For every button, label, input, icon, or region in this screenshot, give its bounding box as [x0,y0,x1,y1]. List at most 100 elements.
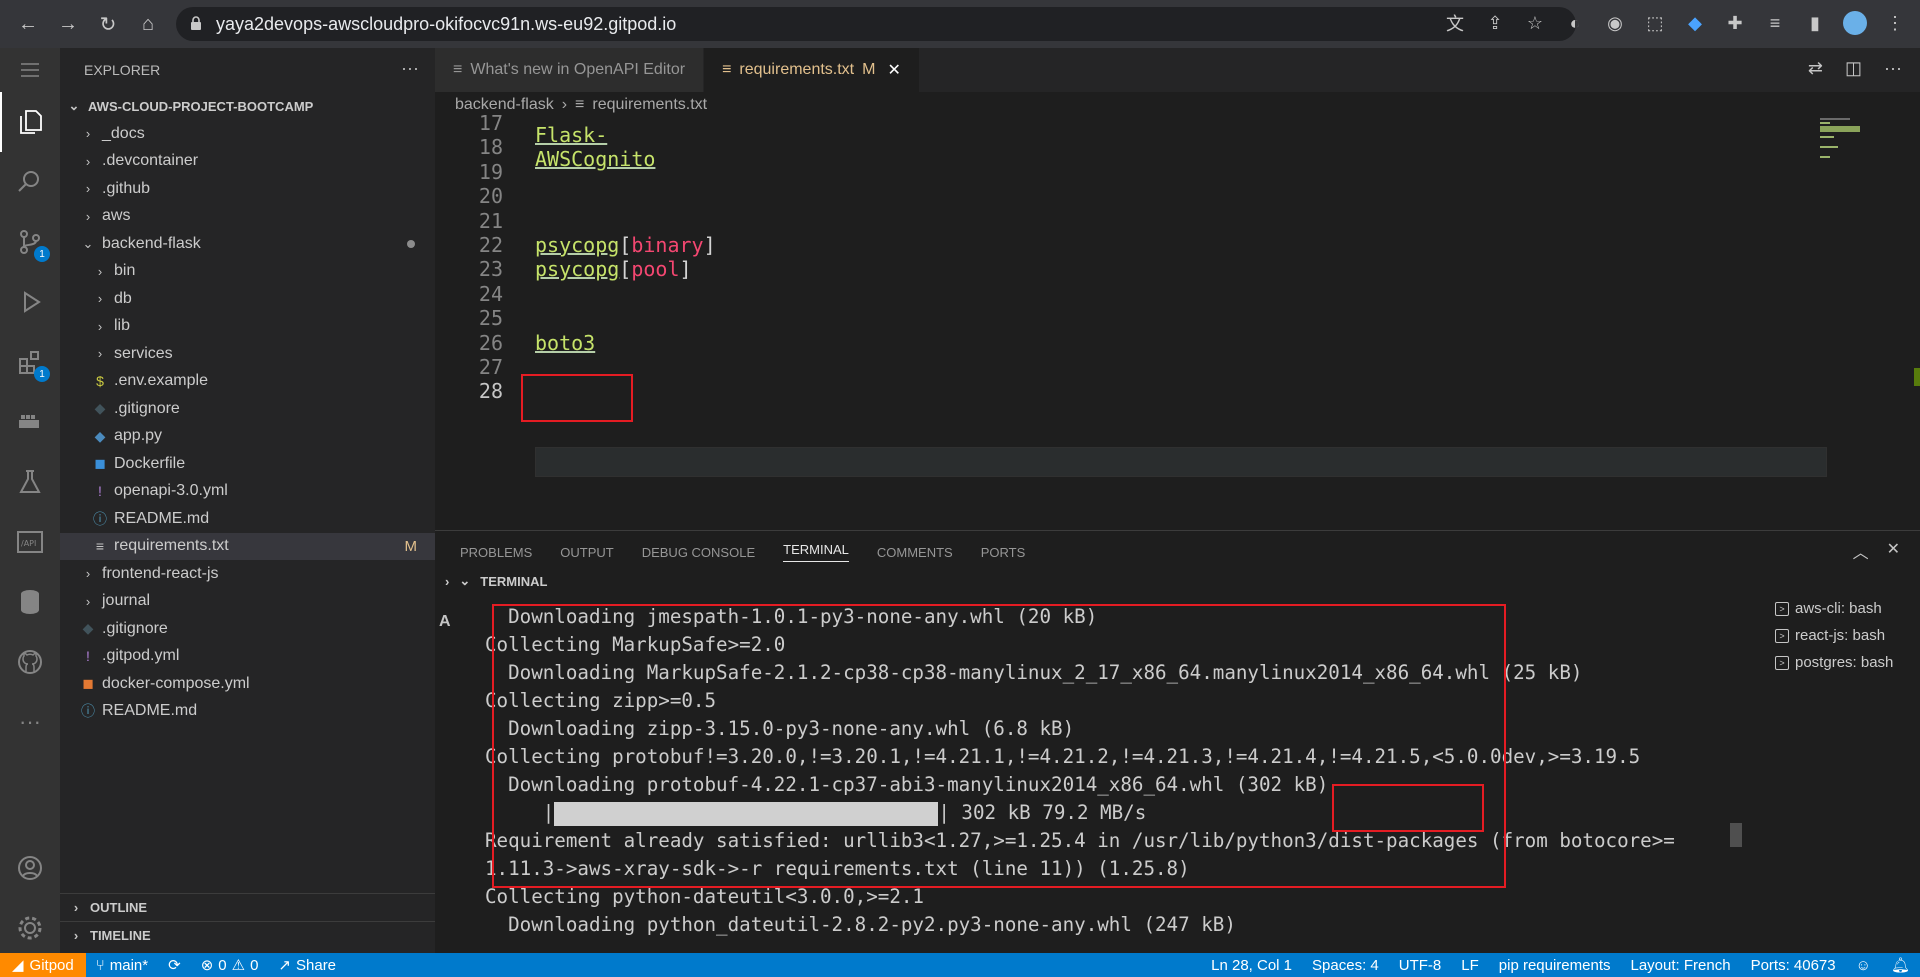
terminal-line: Downloading python_dateutil-2.8.2-py2.py… [485,913,1236,936]
share-button[interactable]: ↗ Share [268,956,346,975]
maximize-panel-icon[interactable]: ︿ [1853,539,1869,563]
search-icon[interactable] [0,152,60,212]
back-icon[interactable]: ← [8,4,48,44]
more-icon[interactable]: ··· [0,692,60,752]
api-icon[interactable]: /API [0,512,60,572]
code-editor[interactable]: 17 18 Flask-AWSCognito 19 20 21 22 psycopg[bina… [435,111,1920,530]
sidepanel-icon[interactable]: ▮ [1800,8,1830,38]
sync-icon[interactable]: ⟳ [158,956,191,974]
split-editor-icon[interactable]: ◫ [1845,58,1862,79]
menu-icon[interactable] [0,48,60,92]
reload-icon[interactable]: ↻ [88,4,128,44]
tree-item[interactable]: ! openapi-3.0.yml [60,478,435,506]
error-count: 0 [218,956,227,974]
media-icon[interactable]: ≡ [1760,8,1790,38]
extension-icon[interactable]: ⬚ [1640,8,1670,38]
explorer-icon[interactable] [0,92,60,152]
extension-icon[interactable]: ◆ [1680,8,1710,38]
problems-indicator[interactable]: ⊗ 0 ⚠ 0 [191,956,269,975]
notifications-bell-icon[interactable]: 🔔︎ [1881,956,1920,974]
testing-icon[interactable] [0,452,60,512]
account-icon[interactable] [0,838,60,898]
share-icon[interactable]: ⇪ [1480,8,1510,38]
branch-indicator[interactable]: ⑂ main* [86,957,158,974]
indentation[interactable]: Spaces: 4 [1302,957,1389,974]
timeline-section[interactable]: › TIMELINE [60,921,435,949]
language-mode[interactable]: pip requirements [1489,957,1621,974]
tree-item[interactable]: ◆ .gitignore [60,395,435,423]
tab-problems[interactable]: PROBLEMS [460,545,532,560]
close-icon[interactable]: ✕ [887,60,900,80]
feedback-icon[interactable]: ☺ [1846,957,1881,974]
outline-section[interactable]: › OUTLINE [60,893,435,921]
database-icon[interactable] [0,572,60,632]
tree-item[interactable]: › frontend-react-js [60,560,435,588]
tree-item[interactable]: ⌄ backend-flask [60,230,435,258]
settings-gear-icon[interactable] [0,898,60,958]
keyboard-layout[interactable]: Layout: French [1621,957,1741,974]
puzzle-icon[interactable]: ✚ [1720,8,1750,38]
terminal-scrollbar[interactable] [1730,823,1742,847]
tab-terminal[interactable]: TERMINAL [783,542,849,562]
line-number: 22 [478,233,503,257]
breadcrumb-file[interactable]: requirements.txt [592,96,707,114]
tree-item-label: .gitignore [102,619,168,637]
tree-item[interactable]: › lib [60,313,435,341]
tree-item-label: README.md [114,509,210,527]
tree-item[interactable]: ◆ .gitignore [60,615,435,643]
tab-requirements[interactable]: ≡ requirements.txt M ✕ [704,48,920,92]
tree-item[interactable]: ≡ requirements.txt M [60,532,435,560]
tree-item[interactable]: › aws [60,203,435,231]
workspace-root[interactable]: ⌄ AWS-CLOUD-PROJECT-BOOTCAMP [60,92,435,120]
tree-item[interactable]: ◆ app.py [60,423,435,451]
tree-item[interactable]: ! .gitpod.yml [60,643,435,671]
terminal-instance[interactable]: > react-js: bash [1775,622,1920,649]
docker-icon[interactable] [0,392,60,452]
minimap[interactable] [1800,118,1920,530]
github-icon[interactable] [0,632,60,692]
tree-item[interactable]: ◼ docker-compose.yml [60,670,435,698]
tab-debug-console[interactable]: DEBUG CONSOLE [642,545,755,560]
gitpod-button[interactable]: ◢ Gitpod [0,953,86,977]
cursor-position[interactable]: Ln 28, Col 1 [1201,957,1302,974]
more-actions-icon[interactable]: ··· [1884,58,1902,79]
tree-item[interactable]: ⓘ README.md [60,505,435,533]
extension-icon[interactable]: ◐ [1560,8,1590,38]
source-control-icon[interactable]: 1 [0,212,60,272]
terminal-header[interactable]: › ⌄ TERMINAL [435,567,1735,595]
tree-item[interactable]: › _docs [60,120,435,148]
bookmark-star-icon[interactable]: ☆ [1520,8,1550,38]
tab-output[interactable]: OUTPUT [560,545,613,560]
tree-item[interactable]: $ .env.example [60,368,435,396]
close-panel-icon[interactable]: ✕ [1887,539,1900,563]
extension-icon[interactable]: ◉ [1600,8,1630,38]
tab-ports[interactable]: PORTS [981,545,1026,560]
tab-comments[interactable]: COMMENTS [877,545,953,560]
terminal-instance[interactable]: > aws-cli: bash [1775,595,1920,622]
more-actions-icon[interactable]: ··· [401,58,419,79]
tree-item[interactable]: › bin [60,258,435,286]
address-bar[interactable]: yaya2devops-awscloudpro-okifocvc91n.ws-e… [176,7,1576,41]
extensions-icon[interactable]: 1 [0,332,60,392]
tree-item[interactable]: › .devcontainer [60,148,435,176]
end-of-line[interactable]: LF [1451,957,1489,974]
home-icon[interactable]: ⌂ [128,4,168,44]
tree-item[interactable]: › services [60,340,435,368]
menu-kebab-icon[interactable]: ⋮ [1880,8,1910,38]
line-number: 24 [478,281,503,306]
run-debug-icon[interactable] [0,272,60,332]
tab-whats-new[interactable]: ≡ What's new in OpenAPI Editor [435,48,705,92]
translate-icon[interactable]: 文 [1440,8,1470,38]
tree-item[interactable]: ◼ Dockerfile [60,450,435,478]
tree-item[interactable]: › db [60,285,435,313]
ports[interactable]: Ports: 40673 [1741,957,1846,974]
tree-item[interactable]: ⓘ README.md [60,698,435,726]
encoding[interactable]: UTF-8 [1389,957,1452,974]
font-icon[interactable]: A [439,613,451,631]
forward-icon[interactable]: → [48,4,88,44]
terminal-instance[interactable]: > postgres: bash [1775,649,1920,676]
tree-item[interactable]: › journal [60,588,435,616]
avatar[interactable] [1840,8,1870,38]
tree-item[interactable]: › .github [60,175,435,203]
compare-changes-icon[interactable]: ⇄ [1808,58,1823,79]
